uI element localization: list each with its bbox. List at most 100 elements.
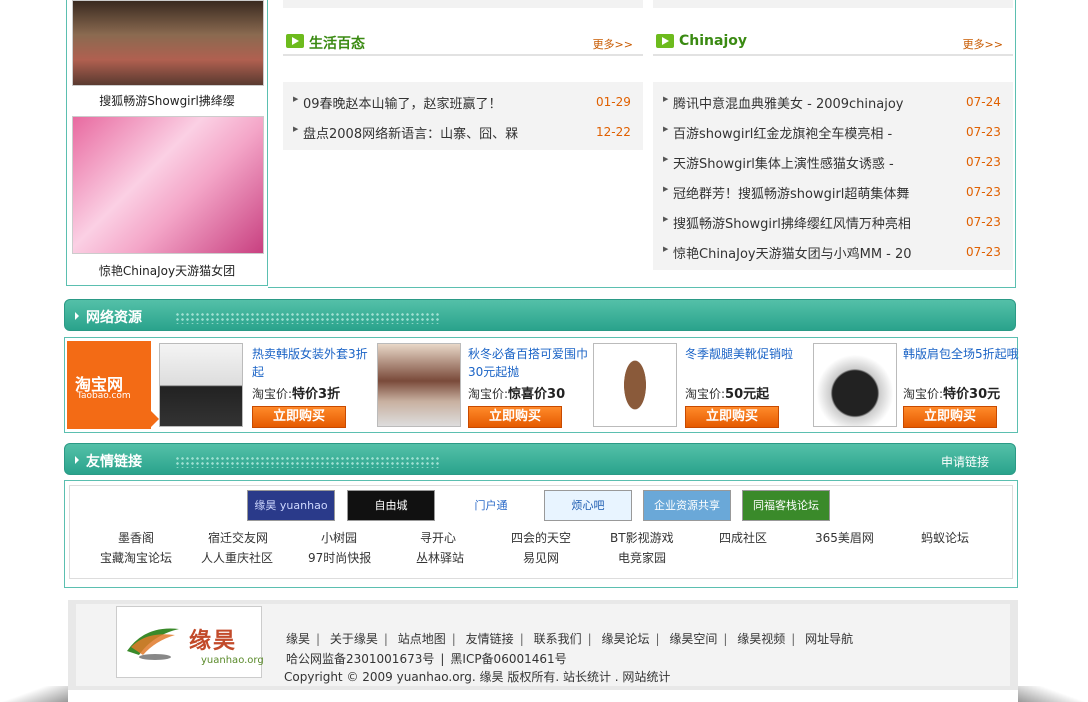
chinajoy-header: Chinajoy 更多>>: [653, 32, 1013, 56]
bullet-icon: ▶: [663, 185, 669, 193]
taobao-item: 热卖韩版女装外套3折起 淘宝价:特价3折 立即购买: [159, 343, 374, 428]
link-logo[interactable]: 同福客栈论坛: [742, 490, 830, 521]
footer-logo-en: yuanhao.org: [201, 655, 264, 666]
bullet-icon: ▶: [663, 215, 669, 223]
photo-column: 搜狐畅游Showgirl拂绛缨 惊艳ChinaJoy天游猫女团: [66, 0, 268, 286]
dots-decoration: [175, 456, 440, 468]
footer-link[interactable]: 关于缘昊: [330, 632, 378, 646]
list-item[interactable]: ▶ 盘点2008网络新语言：山寨、囧、槑: [293, 122, 583, 142]
bullet-icon: ▶: [663, 245, 669, 253]
photo-caption[interactable]: 惊艳ChinaJoy天游猫女团: [67, 262, 267, 279]
bullet-icon: ▶: [663, 95, 669, 103]
footer-logo[interactable]: 缘昊 yuanhao.org: [116, 606, 264, 678]
shadow-decoration: [1018, 686, 1088, 702]
product-image[interactable]: [377, 343, 461, 427]
footer-link[interactable]: 缘昊视频: [737, 632, 785, 646]
footer-link[interactable]: 缘昊: [286, 632, 310, 646]
footer-logo-cn: 缘昊: [189, 629, 238, 654]
footer-link[interactable]: 联系我们: [534, 632, 582, 646]
photo-catgirls[interactable]: [72, 116, 264, 254]
link-text[interactable]: BT影视游戏: [610, 529, 674, 546]
product-title[interactable]: 热卖韩版女装外套3折起: [252, 345, 372, 381]
product-price: 淘宝价:特价30元: [903, 387, 1001, 402]
product-title[interactable]: 秋冬必备百搭可爱围巾30元起抛: [468, 345, 588, 381]
taobao-item: 韩版肩包全场5折起哦 淘宝价:特价30元 立即购买: [813, 343, 1019, 428]
link-text[interactable]: 墨香阁: [118, 529, 154, 546]
bullet-icon: ▶: [663, 155, 669, 163]
resources-bar: 网络资源: [64, 299, 1016, 331]
dots-decoration: [175, 312, 440, 324]
buy-button[interactable]: 立即购买: [252, 406, 346, 428]
photo-showgirl[interactable]: [72, 0, 264, 86]
list-item[interactable]: ▶ 惊艳ChinaJoy天游猫女团与小鸡MM - 20: [663, 242, 955, 262]
link-text[interactable]: 易见网: [523, 549, 559, 566]
list-item[interactable]: ▶ 09春晚赵本山输了，赵家班赢了！: [293, 92, 583, 112]
buy-button[interactable]: 立即购买: [903, 406, 997, 428]
product-image[interactable]: [593, 343, 677, 427]
life-more-link[interactable]: 更多>>: [593, 36, 633, 52]
list-item[interactable]: ▶ 百游showgirl红金龙旗袍全车模亮相 -: [663, 122, 955, 142]
list-item[interactable]: ▶ 冠绝群芳！搜狐畅游showgirl超萌集体舞: [663, 182, 955, 202]
strip: [653, 0, 1013, 8]
footer: 缘昊 yuanhao.org 缘昊 | 关于缘昊 | 站点地图 | 友情链接 | 联系我…: [68, 600, 1018, 690]
list-date: 07-23: [966, 125, 1001, 139]
news-area: 生活百态 更多>> ▶ 09春晚赵本山输了，赵家班赢了！ 01-29 ▶ 盘点200…: [268, 0, 1016, 288]
link-text[interactable]: 宿迁交友网: [208, 529, 268, 546]
link-logo[interactable]: 门户通 menhutong.com.cn: [447, 490, 535, 521]
footer-link[interactable]: 缘昊空间: [669, 632, 717, 646]
buy-button[interactable]: 立即购买: [468, 406, 562, 428]
links-bar: 友情链接 申请链接: [64, 443, 1016, 475]
bullet-icon: ▶: [293, 95, 299, 103]
footer-inner: 缘昊 yuanhao.org 缘昊 | 关于缘昊 | 站点地图 | 友情链接 | 联系我…: [76, 604, 1010, 686]
friend-links-inner: 缘昊 yuanhao 自由城 www.zyc9.com 门户通 menhuton…: [69, 485, 1013, 579]
chinajoy-more-link[interactable]: 更多>>: [963, 36, 1003, 52]
list-date: 07-23: [966, 155, 1001, 169]
apply-link[interactable]: 申请链接: [941, 453, 989, 470]
list-item[interactable]: ▶ 搜狐畅游Showgirl拂绛缨红风情万种亮相: [663, 212, 955, 232]
shadow-decoration: [0, 686, 68, 702]
link-logo[interactable]: 自由城 www.zyc9.com: [347, 490, 435, 521]
link-logo[interactable]: 缘昊 yuanhao: [247, 490, 335, 521]
product-image[interactable]: [813, 343, 897, 427]
taobao-item: 秋冬必备百搭可爱围巾30元起抛 淘宝价:惊喜价30 立即购买: [377, 343, 592, 428]
list-item[interactable]: ▶ 天游Showgirl集体上演性感猫女诱惑 -: [663, 152, 955, 172]
footer-copyright: Copyright © 2009 yuanhao.org. 缘昊 版权所有. 站…: [284, 670, 671, 684]
footer-link[interactable]: 站点地图: [398, 632, 446, 646]
link-logo[interactable]: 企业资源共享: [643, 490, 731, 521]
product-price: 淘宝价:特价3折: [252, 387, 341, 402]
life-title: 生活百态: [309, 36, 365, 52]
footer-link[interactable]: 友情链接: [466, 632, 514, 646]
product-title[interactable]: 韩版肩包全场5折起哦: [903, 345, 1019, 363]
footer-link[interactable]: 网址导航: [805, 632, 853, 646]
bullet-icon: ▶: [663, 125, 669, 133]
buy-button[interactable]: 立即购买: [685, 406, 779, 428]
link-logo[interactable]: 烦心吧 FANXIN8.COM: [544, 490, 632, 521]
chinajoy-list: ▶ 腾讯中意混血典雅美女 - 2009chinajoy 07-24 ▶ 百游show…: [653, 82, 1013, 270]
product-price: 淘宝价:惊喜价30: [468, 387, 566, 402]
link-text[interactable]: 宝藏淘宝论坛: [100, 549, 172, 566]
list-item[interactable]: ▶ 腾讯中意混血典雅美女 - 2009chinajoy: [663, 92, 955, 112]
list-date: 07-24: [966, 95, 1001, 109]
resources-title: 网络资源: [86, 310, 142, 326]
footer-link[interactable]: 缘昊论坛: [601, 632, 649, 646]
link-text[interactable]: 97时尚快报: [308, 549, 371, 566]
link-text[interactable]: 四会的天空: [511, 529, 571, 546]
link-text[interactable]: 四成社区: [719, 529, 767, 546]
product-image[interactable]: [159, 343, 243, 427]
taobao-logo[interactable]: 淘宝网 Taobao.com: [67, 341, 159, 429]
arrow-icon: [75, 456, 79, 464]
link-text[interactable]: 人人重庆社区: [201, 549, 273, 566]
links-title: 友情链接: [86, 454, 142, 470]
product-title[interactable]: 冬季靓腿美靴促销啦: [685, 345, 805, 363]
play-icon: [286, 34, 304, 48]
link-text[interactable]: 小树园: [321, 529, 357, 546]
list-date: 07-23: [966, 215, 1001, 229]
link-text[interactable]: 365美眉网: [815, 529, 874, 546]
life-list: ▶ 09春晚赵本山输了，赵家班赢了！ 01-29 ▶ 盘点2008网络新语言：山寨、…: [283, 82, 643, 150]
link-text[interactable]: 电竞家园: [618, 549, 666, 566]
link-text[interactable]: 蚂蚁论坛: [921, 529, 969, 546]
friend-links: 缘昊 yuanhao 自由城 www.zyc9.com 门户通 menhuton…: [64, 480, 1018, 588]
link-text[interactable]: 丛林驿站: [416, 549, 464, 566]
link-text[interactable]: 寻开心: [420, 529, 456, 546]
photo-caption[interactable]: 搜狐畅游Showgirl拂绛缨: [67, 92, 267, 109]
